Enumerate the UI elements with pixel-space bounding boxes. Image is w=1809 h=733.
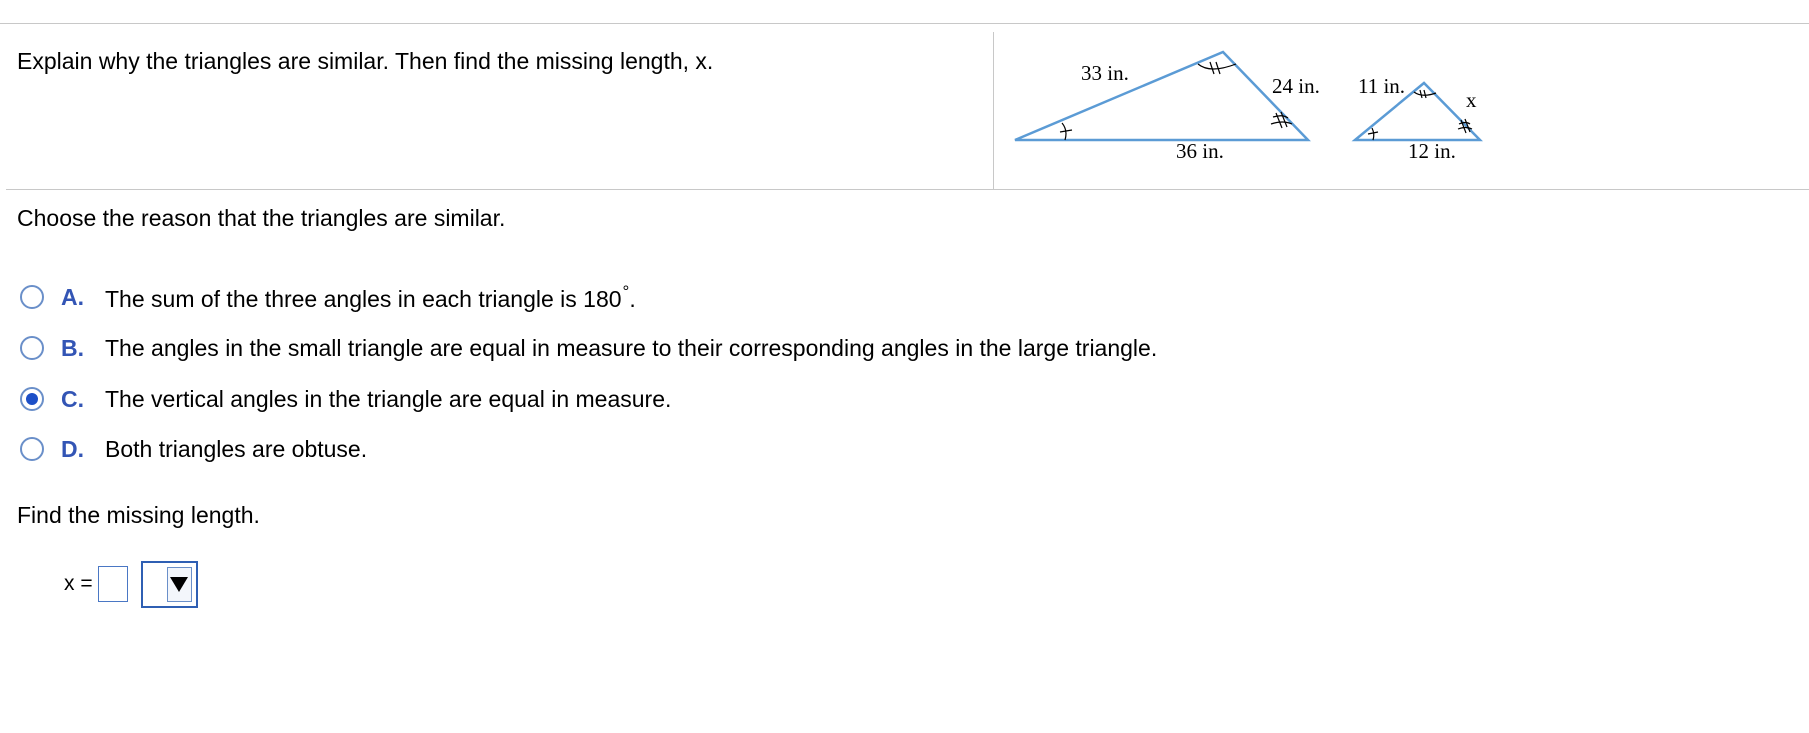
option-b[interactable]: B. The angles in the small triangle are … <box>20 331 1157 365</box>
large-side-left-label: 33 in. <box>1081 61 1129 85</box>
radio-option-b[interactable] <box>20 336 44 360</box>
radio-option-d[interactable] <box>20 437 44 461</box>
dropdown-button[interactable] <box>166 566 192 602</box>
option-a[interactable]: A. The sum of the three angles in each t… <box>20 280 636 314</box>
top-divider <box>0 23 1809 24</box>
radio-option-c-selected[interactable] <box>20 387 44 411</box>
choose-reason-prompt: Choose the reason that the triangles are… <box>17 205 506 231</box>
small-side-bottom-label: 12 in. <box>1408 139 1456 163</box>
section-divider <box>6 189 1809 190</box>
small-side-right-label: x <box>1466 88 1477 112</box>
option-d-text: Both triangles are obtuse. <box>105 435 368 462</box>
option-c-text: The vertical angles in the triangle are … <box>105 385 672 412</box>
option-c[interactable]: C. The vertical angles in the triangle a… <box>20 382 671 416</box>
figure-divider <box>993 32 994 189</box>
x-equals-label: x = <box>64 572 93 595</box>
answer-row: x = <box>64 560 198 608</box>
large-side-bottom-label: 36 in. <box>1176 139 1224 163</box>
unit-dropdown[interactable] <box>140 560 198 608</box>
question-text: Explain why the triangles are similar. T… <box>17 48 714 74</box>
option-a-letter: A. <box>61 283 84 310</box>
option-d[interactable]: D. Both triangles are obtuse. <box>20 432 367 466</box>
chevron-down-icon <box>170 576 189 592</box>
triangles-figure: 33 in. 24 in. 36 in. 11 in. x 12 in. <box>1014 50 1483 163</box>
large-triangle <box>1014 50 1311 142</box>
option-a-text: The sum of the three angles in each tria… <box>105 281 636 312</box>
option-b-text: The angles in the small triangle are equ… <box>105 334 1158 361</box>
option-b-letter: B. <box>61 334 84 361</box>
radio-option-a[interactable] <box>20 285 44 309</box>
option-c-letter: C. <box>61 385 84 412</box>
find-length-prompt: Find the missing length. <box>17 502 260 528</box>
small-side-left-label: 11 in. <box>1358 74 1405 98</box>
large-side-right-label: 24 in. <box>1272 74 1320 98</box>
option-d-letter: D. <box>61 435 84 462</box>
missing-length-input[interactable] <box>97 566 128 602</box>
small-angle-left-mark <box>1371 127 1375 141</box>
